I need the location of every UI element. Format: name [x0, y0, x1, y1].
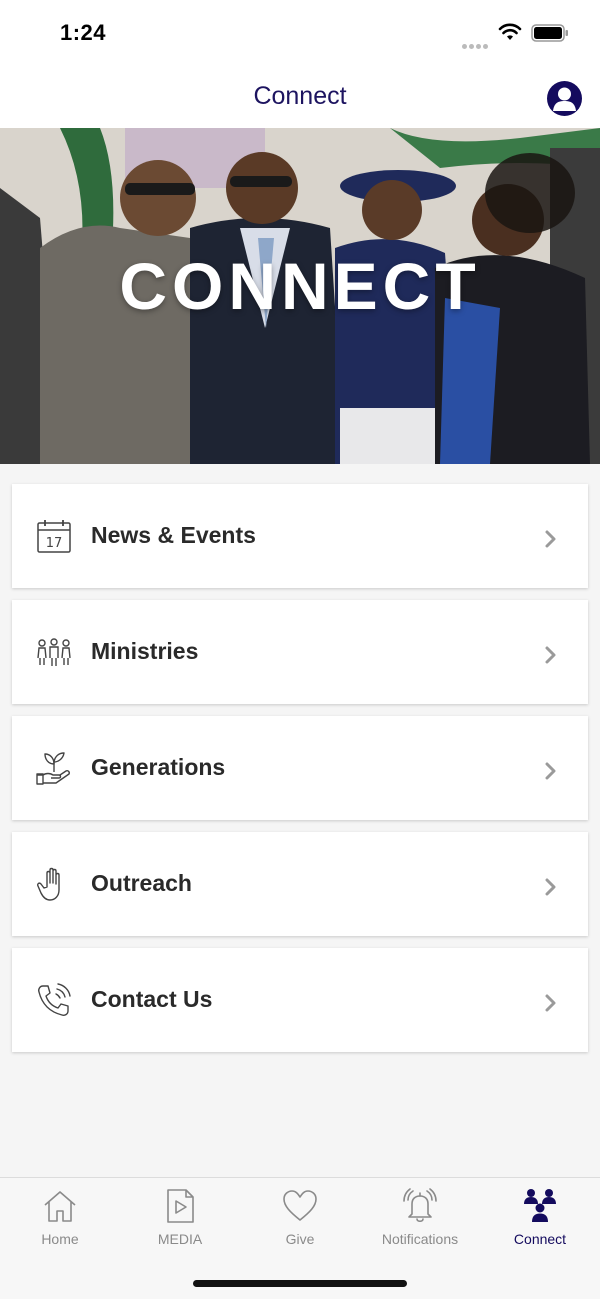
phone-icon: [38, 983, 71, 1016]
tab-label: Notifications: [381, 1231, 459, 1247]
profile-icon[interactable]: [547, 81, 582, 116]
tab-label: Connect: [513, 1231, 567, 1247]
menu-item-label: News & Events: [91, 522, 256, 548]
hero-title: CONNECT: [119, 249, 481, 323]
wifi-icon: [498, 23, 522, 40]
plant-hand-icon: [36, 752, 70, 785]
media-play-icon: [167, 1189, 194, 1223]
chevron-right-icon: [545, 646, 556, 664]
tab-media[interactable]: MEDIA: [120, 1178, 240, 1258]
menu-item-generations[interactable]: Generations: [12, 716, 588, 820]
chevron-right-icon: [545, 994, 556, 1012]
calendar-icon: 17: [37, 520, 71, 553]
menu-item-contact-us[interactable]: Contact Us: [12, 948, 588, 1052]
tab-label: Home: [41, 1231, 79, 1247]
tab-bar: Home MEDIA Give Notifications Connect: [0, 1177, 600, 1299]
hand-icon: [37, 867, 60, 901]
menu-item-label: Contact Us: [91, 986, 213, 1012]
tab-give[interactable]: Give: [240, 1178, 360, 1258]
bell-icon: [403, 1188, 437, 1223]
people-icon: [37, 638, 71, 666]
group-icon: [524, 1189, 556, 1222]
svg-text:17: 17: [46, 536, 63, 551]
menu-item-label: Generations: [91, 754, 226, 780]
battery-icon: [531, 24, 568, 42]
menu-item-label: Ministries: [91, 638, 199, 664]
status-time: 1:24: [60, 20, 107, 45]
tab-home[interactable]: Home: [0, 1178, 120, 1258]
tab-label: Give: [285, 1231, 315, 1247]
nav-bar: Connect: [0, 66, 600, 128]
connect-menu-list: 17 News & Events Ministries Generations …: [12, 484, 588, 1064]
hero-banner: CONNECT: [0, 128, 600, 464]
chevron-right-icon: [545, 762, 556, 780]
menu-item-news-events[interactable]: 17 News & Events: [12, 484, 588, 588]
tab-connect[interactable]: Connect: [480, 1178, 600, 1258]
page-title: Connect: [253, 82, 347, 110]
home-icon: [44, 1191, 76, 1222]
menu-item-ministries[interactable]: Ministries: [12, 600, 588, 704]
tab-notifications[interactable]: Notifications: [360, 1178, 480, 1258]
chevron-right-icon: [545, 530, 556, 548]
menu-item-label: Outreach: [91, 870, 192, 896]
heart-icon: [283, 1190, 317, 1221]
menu-item-outreach[interactable]: Outreach: [12, 832, 588, 936]
status-bar: 1:24: [0, 0, 600, 66]
home-indicator[interactable]: [193, 1280, 407, 1287]
signal-dots-icon: [462, 36, 490, 49]
chevron-right-icon: [545, 878, 556, 896]
tab-label: MEDIA: [157, 1231, 203, 1247]
